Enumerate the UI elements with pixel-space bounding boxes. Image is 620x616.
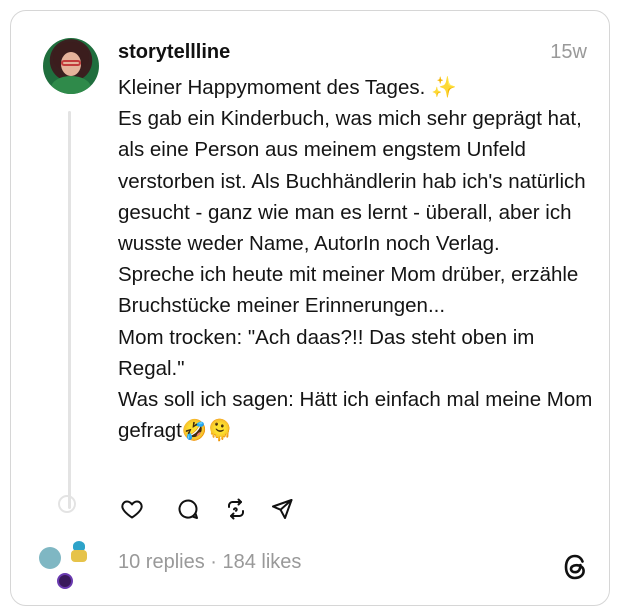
post-line: Spreche ich heute mit meiner Mom drüber,… xyxy=(118,263,579,318)
comment-icon[interactable] xyxy=(174,495,202,523)
replier-avatars xyxy=(37,541,97,591)
post-card: storytellline 15w Kleiner Happymoment de… xyxy=(10,10,610,606)
author-username[interactable]: storytellline xyxy=(118,41,230,64)
post-body: Kleiner Happymoment des Tages. ✨ Es gab … xyxy=(118,72,598,446)
share-icon[interactable] xyxy=(268,495,296,523)
post-timestamp: 15w xyxy=(550,41,587,63)
post-line: Kleiner Happymoment des Tages. ✨ xyxy=(118,76,457,99)
author-avatar[interactable] xyxy=(43,38,99,94)
post-line: Es gab ein Kinderbuch, was mich sehr gep… xyxy=(118,107,586,256)
post-line: Was soll ich sagen: Hätt ich einfach mal… xyxy=(118,388,593,443)
heart-icon[interactable] xyxy=(118,495,146,523)
replier-avatar xyxy=(69,541,89,565)
replier-avatar xyxy=(39,547,61,569)
thread-curl xyxy=(58,495,76,513)
replier-avatar xyxy=(57,573,73,589)
post-line: Mom trocken: "Ach daas?!! Das steht oben… xyxy=(118,325,535,380)
post-stats[interactable]: 10 replies · 184 likes xyxy=(118,551,301,574)
repost-icon[interactable] xyxy=(222,495,250,523)
threads-logo-icon[interactable] xyxy=(563,553,589,581)
thread-line xyxy=(68,111,71,509)
